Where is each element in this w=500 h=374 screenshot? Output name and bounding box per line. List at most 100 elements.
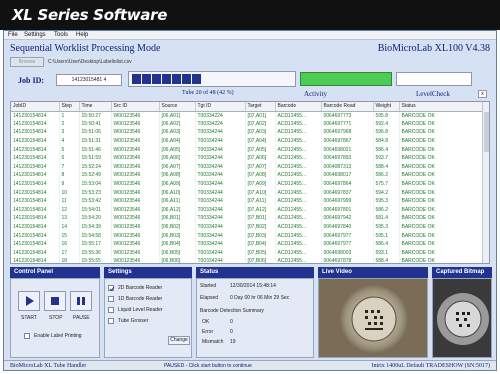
table-row[interactable]: 141230154814 4 15:51:31 W00123546 [06,A04] T0…: [11, 136, 484, 146]
table-cell: 0064697999: [321, 196, 374, 206]
table-cell: 15:51:59: [79, 153, 112, 163]
status-bar: BioMicroLab XL Tube Handler PAUSED - Cli…: [4, 360, 496, 370]
progress-segment: [192, 74, 201, 84]
settings-option-label: 1D Barcode Reader: [118, 296, 163, 302]
settings-option-checkbox[interactable]: [108, 296, 114, 302]
table-cell: [07,A06]: [245, 153, 276, 163]
barcode-summary-title: Barcode Detection Summary: [200, 308, 264, 314]
progress-segment: [132, 74, 141, 84]
table-cell: W00123546: [111, 111, 160, 120]
table-row[interactable]: 141230154814 5 15:51:46 W00123546 [06,A05] T0…: [11, 145, 484, 154]
table-cell: W00123546: [111, 162, 160, 172]
tube-progress-text: Tube 20 of 48 (42 %): [182, 90, 234, 96]
table-row[interactable]: 141230154814 17 15:55:36 W00123546 [06,B05] T…: [11, 248, 484, 258]
table-cell: 141230154814: [11, 128, 60, 137]
table-cell: 17: [59, 248, 80, 258]
table-cell: BARCODE OK: [399, 222, 484, 232]
table-row[interactable]: 141230154814 8 15:52:49 W00123546 [06,A08] T0…: [11, 171, 484, 180]
browse-button[interactable]: Browse: [10, 57, 44, 67]
worklist-path-field[interactable]: C:\Users\User\Desktop\Labeliolist.csv: [48, 57, 198, 67]
tube-image-live: [319, 279, 427, 357]
grid-column-header[interactable]: Tgt ID: [195, 102, 246, 112]
settings-option-label: Tube Grosser: [118, 318, 149, 324]
grid-column-header[interactable]: Barcode: [275, 102, 322, 112]
table-cell: 581.4: [373, 214, 400, 223]
table-cell: BARCODE OK: [399, 205, 484, 215]
table-cell: 9: [59, 179, 80, 189]
grid-column-header[interactable]: Weight: [373, 102, 400, 112]
table-cell: T00334244: [195, 214, 246, 223]
table-cell: 575.7: [373, 179, 400, 189]
table-row[interactable]: 141230154814 10 15:53:23 W00123546 [06,A10] T…: [11, 188, 484, 197]
stop-button[interactable]: [44, 291, 66, 311]
table-cell: 586.2: [373, 171, 400, 180]
menu-help[interactable]: Help: [76, 32, 88, 38]
grid-column-header[interactable]: Src ID: [111, 102, 160, 112]
table-row[interactable]: 141230154814 7 15:52:24 W00123546 [06,A07] T0…: [11, 162, 484, 172]
table-cell: 12: [59, 205, 80, 215]
enable-label-printing-checkbox[interactable]: [24, 333, 30, 339]
table-cell: 11: [59, 196, 80, 206]
table-row[interactable]: 141230154814 14 15:54:39 W00123546 [06,B02] T…: [11, 222, 484, 232]
table-cell: 595.3: [373, 222, 400, 232]
levelcheck-toggle-button[interactable]: x: [478, 90, 487, 98]
menu-tools[interactable]: Tools: [54, 32, 68, 38]
progress-segment: [142, 74, 151, 84]
table-row[interactable]: 141230154814 11 15:53:42 W00123546 [06,A11] T…: [11, 196, 484, 206]
table-row[interactable]: 141230154814 3 15:51:06 W00123546 [06,A03] T0…: [11, 128, 484, 137]
table-row[interactable]: 141230154814 18 15:55:55 W00123546 [06,B06] T…: [11, 257, 484, 263]
table-cell: ACD12455...: [275, 205, 322, 215]
table-row[interactable]: 141230154814 13 15:54:20 W00123546 [06,B01] T…: [11, 214, 484, 223]
elapsed-value: 0 Day 00 hr 06 Min 29 Sec: [230, 295, 290, 301]
grid-column-header[interactable]: Step: [59, 102, 80, 112]
settings-option-checkbox[interactable]: [108, 318, 114, 324]
table-cell: W00123546: [111, 239, 160, 249]
grid-scrollbar[interactable]: [482, 102, 489, 263]
start-button[interactable]: [18, 291, 40, 311]
table-cell: 0064697977: [321, 239, 374, 249]
status-bar-message: PAUSED - Click start button to continue: [164, 363, 252, 369]
mismatch-value: 19: [230, 339, 236, 345]
grid-column-header[interactable]: Source: [159, 102, 196, 112]
table-row[interactable]: 141230154814 16 15:55:17 W00123546 [06,B04] T…: [11, 239, 484, 249]
pause-button[interactable]: [70, 291, 92, 311]
table-row[interactable]: 141230154814 2 15:50:41 W00123546 [06,A02] T0…: [11, 119, 484, 129]
settings-option-checkbox[interactable]: [108, 285, 115, 292]
grid-column-header[interactable]: JobID: [11, 102, 60, 112]
menu-settings[interactable]: Settings: [24, 32, 46, 38]
table-cell: [07,A09]: [245, 179, 276, 189]
grid-column-header[interactable]: Time: [79, 102, 112, 112]
table-row[interactable]: 141230154814 15 15:54:58 W00123546 [06,B03] T…: [11, 231, 484, 240]
table-row[interactable]: 141230154814 6 15:51:59 W00123546 [06,A06] T0…: [11, 153, 484, 163]
table-cell: 141230154814: [11, 257, 60, 263]
pause-icon: [77, 297, 85, 305]
table-cell: [06,A02]: [159, 119, 196, 129]
table-cell: T00334244: [195, 231, 246, 240]
table-cell: 593.7: [373, 153, 400, 163]
table-cell: 594.2: [373, 188, 400, 197]
menu-file[interactable]: File: [8, 32, 18, 38]
menu-bar: File Settings Tools Help: [4, 31, 496, 40]
table-cell: 0064697801: [321, 205, 374, 215]
table-cell: W00123546: [111, 136, 160, 146]
table-cell: [06,A03]: [159, 128, 196, 137]
worklist-grid[interactable]: JobID Step Time Src ID Source Tgt ID Target Bar…: [10, 101, 490, 264]
table-cell: W00123546: [111, 222, 160, 232]
table-row[interactable]: 141230154814 9 15:53:04 W00123546 [06,A09] T0…: [11, 179, 484, 189]
table-cell: [07,A11]: [245, 196, 276, 206]
table-row[interactable]: 141230154814 1 15:50:27 W00123546 [06,A01] T0…: [11, 111, 484, 120]
progress-segment: [182, 74, 191, 84]
grid-column-header[interactable]: Target: [245, 102, 276, 112]
worklist-table: JobID Step Time Src ID Source Tgt ID Target Bar…: [11, 102, 484, 263]
grid-column-header[interactable]: Barcode Read: [321, 102, 374, 112]
job-id-field[interactable]: 14123015481 4: [56, 74, 122, 86]
status-panel: [196, 278, 314, 358]
table-cell: 141230154814: [11, 136, 60, 146]
table-cell: [06,B01]: [159, 214, 196, 223]
change-settings-button[interactable]: Change: [168, 336, 190, 345]
table-row[interactable]: 141230154814 12 15:54:01 W00123546 [06,A12] T…: [11, 205, 484, 215]
table-cell: 3: [59, 128, 80, 137]
grid-column-header[interactable]: Status: [399, 102, 484, 112]
grid-scroll-thumb[interactable]: [484, 112, 489, 152]
settings-option-checkbox[interactable]: [108, 307, 114, 313]
